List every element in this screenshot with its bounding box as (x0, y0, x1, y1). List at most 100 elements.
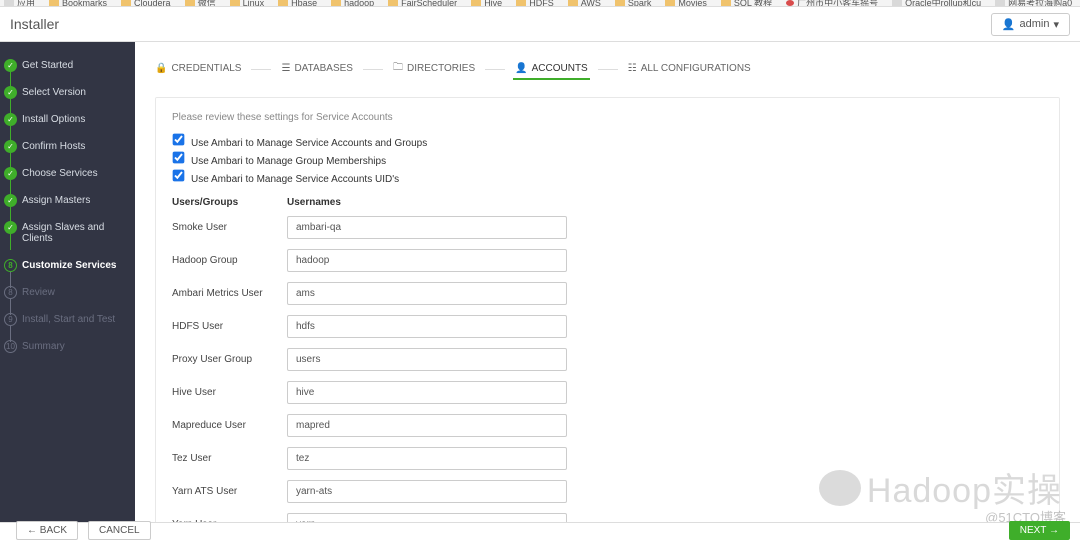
check-icon: ✓ (4, 221, 17, 234)
folder-icon: 🗀 (393, 60, 403, 77)
lock-icon: 🔒 (155, 63, 167, 74)
back-button[interactable]: ← BACK (16, 521, 78, 540)
step-label: Customize Services (22, 260, 117, 271)
step-number-icon: 9 (4, 313, 17, 326)
checkbox-label: Use Ambari to Manage Group Memberships (191, 156, 386, 167)
check-icon: ✓ (4, 167, 17, 180)
bookmark-item[interactable]: 微信 (185, 0, 216, 6)
bookmark-item[interactable]: hadoop (331, 0, 374, 6)
step-label: Assign Masters (22, 195, 90, 206)
bookmarks-bar: 应用 Bookmarks Cloudera 微信 Linux Hbase had… (0, 0, 1080, 7)
page-title: Installer (10, 16, 59, 32)
checkbox-row[interactable]: Use Ambari to Manage Group Memberships (172, 151, 1043, 167)
account-label: Tez User (172, 453, 287, 464)
tab-separator (485, 69, 505, 70)
wizard-step-6[interactable]: ✓Assign Slaves and Clients (0, 214, 135, 252)
account-input-hdfs-user[interactable] (287, 315, 567, 338)
bookmark-item[interactable]: FairScheduler (388, 0, 457, 6)
manage-checkbox-1[interactable] (173, 152, 185, 164)
accounts-panel: Please review these settings for Service… (155, 97, 1060, 528)
bookmark-item[interactable]: HDFS (516, 0, 554, 6)
account-input-yarn-ats-user[interactable] (287, 480, 567, 503)
account-input-tez-user[interactable] (287, 447, 567, 470)
bookmark-item[interactable]: 应用 (4, 0, 35, 6)
step-label: Install, Start and Test (22, 314, 115, 325)
tab-credentials[interactable]: 🔒CREDENTIALS (153, 59, 243, 80)
account-row: HDFS User (172, 315, 1043, 338)
account-row: Yarn ATS User (172, 480, 1043, 503)
bookmark-item[interactable]: Oracle中rollup和cu (892, 0, 981, 6)
bookmark-item[interactable]: Hive (471, 0, 502, 6)
bookmark-item[interactable]: SQL 教程 (721, 0, 772, 6)
checkbox-row[interactable]: Use Ambari to Manage Service Accounts UI… (172, 169, 1043, 185)
account-input-proxy-user-group[interactable] (287, 348, 567, 371)
bookmark-item[interactable]: Spark (615, 0, 652, 6)
step-number-icon: 10 (4, 340, 17, 353)
account-label: HDFS User (172, 321, 287, 332)
step-label: Confirm Hosts (22, 141, 85, 152)
tab-all-configurations[interactable]: ☷ALL CONFIGURATIONS (626, 59, 753, 80)
wizard-sidebar: ✓Get Started✓Select Version✓Install Opti… (0, 42, 135, 540)
manage-checkbox-2[interactable] (173, 170, 185, 182)
cancel-button[interactable]: CANCEL (88, 521, 151, 540)
wizard-step-4[interactable]: ✓ Choose Services (0, 160, 135, 187)
wizard-step-0[interactable]: ✓ Get Started (0, 52, 135, 79)
check-icon: ✓ (4, 59, 17, 72)
checkbox-label: Use Ambari to Manage Service Accounts UI… (191, 174, 399, 185)
check-icon: ✓ (4, 140, 17, 153)
wizard-step-1[interactable]: ✓Select Version (0, 79, 135, 106)
step-label: Choose Services (22, 168, 98, 179)
next-button[interactable]: NEXT → (1009, 521, 1070, 540)
admin-menu-button[interactable]: 👤 admin ▾ (991, 13, 1070, 36)
tab-separator (598, 69, 618, 70)
check-icon: ✓ (4, 194, 17, 207)
tab-accounts[interactable]: 👤ACCOUNTS (513, 59, 590, 80)
header-users-groups: Users/Groups (172, 197, 287, 208)
wizard-step-2[interactable]: ✓Install Options (0, 106, 135, 133)
wizard-step-8: 8Review (0, 279, 135, 306)
manage-checkbox-0[interactable] (173, 134, 185, 146)
step-label: Get Started (22, 60, 73, 71)
user-icon: 👤 (1002, 18, 1016, 31)
account-label: Mapreduce User (172, 420, 287, 431)
account-row: Hadoop Group (172, 249, 1043, 272)
account-label: Smoke User (172, 222, 287, 233)
config-tabs: 🔒CREDENTIALS ☰DATABASES 🗀DIRECTORIES 👤AC… (135, 42, 1080, 91)
wizard-footer: ← BACK CANCEL NEXT → (0, 522, 1080, 540)
header-usernames: Usernames (287, 197, 341, 208)
account-label: Ambari Metrics User (172, 288, 287, 299)
wizard-step-5[interactable]: ✓ Assign Masters (0, 187, 135, 214)
account-row: Hive User (172, 381, 1043, 404)
wizard-step-10: 10Summary (0, 333, 135, 360)
wizard-step-9: 9 Install, Start and Test (0, 306, 135, 333)
tab-separator (251, 69, 271, 70)
account-row: Tez User (172, 447, 1043, 470)
checkbox-label: Use Ambari to Manage Service Accounts an… (191, 138, 427, 149)
check-icon: ✓ (4, 86, 17, 99)
account-input-smoke-user[interactable] (287, 216, 567, 239)
tab-databases[interactable]: ☰DATABASES (279, 59, 355, 80)
app-header: Installer 👤 admin ▾ (0, 7, 1080, 42)
account-row: Ambari Metrics User (172, 282, 1043, 305)
bookmark-item[interactable]: 广州市中小客车摇号 (786, 0, 878, 6)
bookmark-item[interactable]: AWS (568, 0, 601, 6)
bookmark-item[interactable]: Cloudera (121, 0, 171, 6)
account-label: Hive User (172, 387, 287, 398)
account-label: Proxy User Group (172, 354, 287, 365)
checkbox-row[interactable]: Use Ambari to Manage Service Accounts an… (172, 133, 1043, 149)
bookmark-item[interactable]: Hbase (278, 0, 317, 6)
bookmark-item[interactable]: 网易考拉海购a0 (995, 0, 1072, 6)
wizard-step-3[interactable]: ✓ Confirm Hosts (0, 133, 135, 160)
account-input-ambari-metrics-user[interactable] (287, 282, 567, 305)
step-label: Install Options (22, 114, 85, 125)
account-label: Yarn ATS User (172, 486, 287, 497)
account-label: Hadoop Group (172, 255, 287, 266)
account-input-mapreduce-user[interactable] (287, 414, 567, 437)
bookmark-item[interactable]: Movies (665, 0, 707, 6)
bookmark-item[interactable]: Bookmarks (49, 0, 107, 6)
tab-directories[interactable]: 🗀DIRECTORIES (391, 56, 477, 83)
bookmark-item[interactable]: Linux (230, 0, 265, 6)
account-input-hive-user[interactable] (287, 381, 567, 404)
account-input-hadoop-group[interactable] (287, 249, 567, 272)
wizard-step-7[interactable]: 8Customize Services (0, 252, 135, 279)
